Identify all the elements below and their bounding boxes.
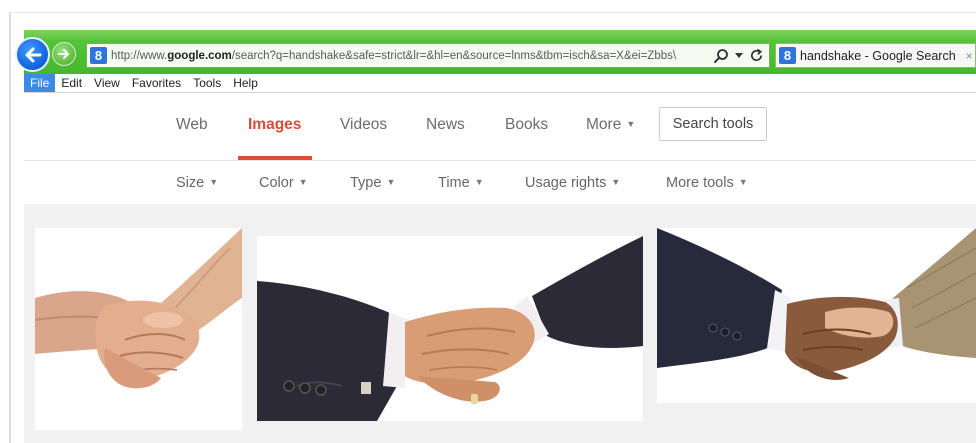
back-button[interactable] xyxy=(15,37,50,72)
tab-title: handshake - Google Search xyxy=(800,48,956,63)
menu-tools[interactable]: Tools xyxy=(187,74,227,92)
image-results xyxy=(24,204,976,443)
tab-images[interactable]: Images xyxy=(248,116,301,134)
tab-web[interactable]: Web xyxy=(176,116,208,134)
tool-size[interactable]: Size ▼ xyxy=(176,175,218,191)
tool-size-label: Size xyxy=(176,175,205,191)
window-left-edge xyxy=(9,12,11,443)
search-tools-button[interactable]: Search tools xyxy=(659,107,767,141)
arrow-right-icon xyxy=(58,49,69,59)
tool-usage-rights-label: Usage rights xyxy=(525,175,607,191)
caret-down-icon: ▼ xyxy=(611,177,621,187)
google-favicon-icon: 8 xyxy=(779,47,796,64)
image-result-2[interactable] xyxy=(257,236,643,421)
url-prefix: http://www. xyxy=(111,49,168,62)
forward-button[interactable] xyxy=(52,42,76,66)
search-icon[interactable] xyxy=(713,48,729,64)
tool-color[interactable]: Color ▼ xyxy=(259,175,308,191)
google-search-nav: Web Images Videos News Books More ▼ Searc… xyxy=(0,92,976,160)
tab-videos[interactable]: Videos xyxy=(340,116,387,134)
tab-more[interactable]: More ▼ xyxy=(586,116,635,134)
refresh-icon[interactable] xyxy=(749,48,764,63)
tool-time-label: Time xyxy=(438,175,470,191)
menu-bar: File Edit View Favorites Tools Help xyxy=(24,74,976,93)
handshake-image xyxy=(35,228,242,430)
menu-edit[interactable]: Edit xyxy=(55,74,88,92)
browser-tab[interactable]: 8 handshake - Google Search × xyxy=(775,43,976,68)
chevron-down-icon[interactable] xyxy=(735,52,743,59)
handshake-image xyxy=(257,236,643,421)
image-result-3[interactable] xyxy=(657,228,976,403)
caret-down-icon: ▼ xyxy=(474,177,484,187)
search-tools-bar: Size ▼ Color ▼ Type ▼ Time ▼ Usage rights ▼ M… xyxy=(0,161,976,203)
handshake-image xyxy=(657,228,976,403)
caret-down-icon: ▼ xyxy=(626,119,636,129)
image-result-1[interactable] xyxy=(35,228,242,430)
window-top-edge xyxy=(9,12,976,13)
caret-down-icon: ▼ xyxy=(386,177,396,187)
tab-news[interactable]: News xyxy=(426,116,465,134)
menu-file[interactable]: File xyxy=(24,74,56,92)
close-icon[interactable]: × xyxy=(966,49,973,63)
url-text[interactable]: http://www.google.com/search?q=handshake… xyxy=(111,50,709,62)
address-bar[interactable]: 8 http://www.google.com/search?q=handsha… xyxy=(86,43,770,68)
tool-type-label: Type xyxy=(350,175,382,191)
tool-type[interactable]: Type ▼ xyxy=(350,175,395,191)
google-favicon-icon: 8 xyxy=(90,47,107,64)
caret-down-icon: ▼ xyxy=(298,177,308,187)
tab-books[interactable]: Books xyxy=(505,116,548,134)
url-rest: /search?q=handshake&safe=strict&lr=&hl=e… xyxy=(231,49,677,62)
arrow-left-icon xyxy=(25,47,41,62)
tool-usage-rights[interactable]: Usage rights ▼ xyxy=(525,175,620,191)
url-host: google.com xyxy=(167,49,232,62)
tab-more-label: More xyxy=(586,116,622,133)
menu-help[interactable]: Help xyxy=(227,74,264,92)
menu-favorites[interactable]: Favorites xyxy=(126,74,187,92)
tool-more-tools-label: More tools xyxy=(666,175,734,191)
caret-down-icon: ▼ xyxy=(209,177,219,187)
menu-view[interactable]: View xyxy=(88,74,126,92)
caret-down-icon: ▼ xyxy=(738,177,748,187)
tool-time[interactable]: Time ▼ xyxy=(438,175,484,191)
tool-color-label: Color xyxy=(259,175,294,191)
tool-more-tools[interactable]: More tools ▼ xyxy=(666,175,748,191)
